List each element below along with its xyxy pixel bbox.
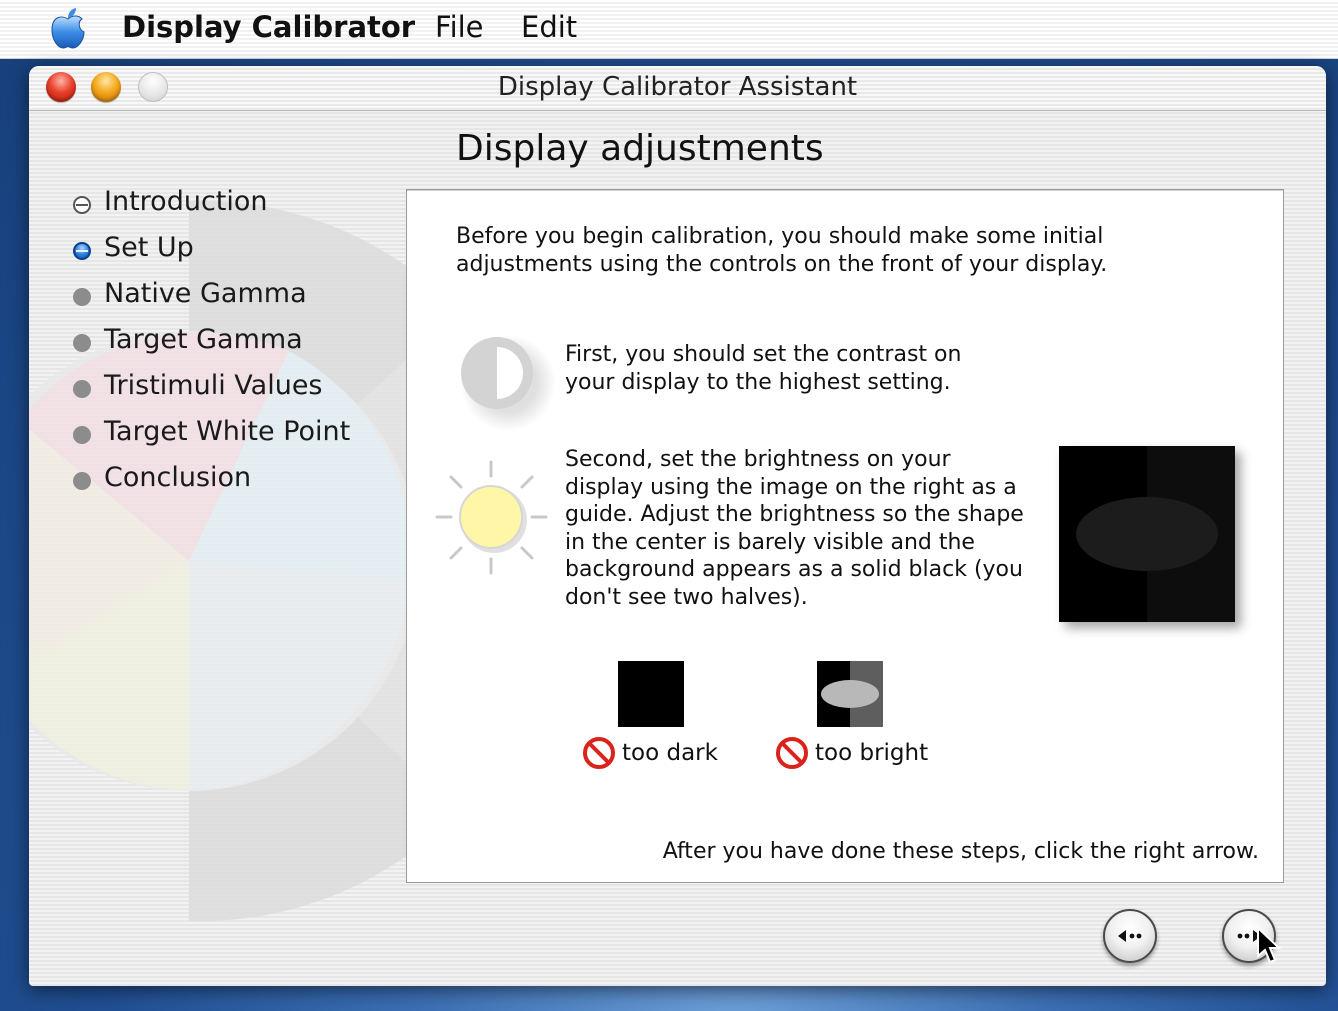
sample-shape xyxy=(821,680,879,708)
step-pending-icon xyxy=(73,426,91,444)
step-pending-icon xyxy=(73,472,91,490)
menu-file[interactable]: File xyxy=(435,10,484,44)
step-label: Conclusion xyxy=(104,462,252,493)
step-done-icon xyxy=(73,196,91,214)
footer-instruction: After you have done these steps, click t… xyxy=(662,839,1259,864)
menu-bar: Display Calibrator File Edit xyxy=(0,0,1338,59)
mouse-pointer-icon xyxy=(1257,926,1282,964)
too-dark-caption: too dark xyxy=(582,736,718,770)
too-dark-label: too dark xyxy=(622,740,718,766)
brightness-instruction: Second, set the brightness on your displ… xyxy=(565,447,1024,610)
contrast-icon xyxy=(460,335,556,431)
brightness-guide-image xyxy=(1059,446,1235,622)
window-title: Display Calibrator Assistant xyxy=(497,72,858,102)
back-arrow-icon xyxy=(1118,930,1142,942)
back-button[interactable] xyxy=(1103,909,1157,963)
window-titlebar[interactable]: Display Calibrator Assistant xyxy=(29,66,1326,111)
step-pending-icon xyxy=(73,380,91,398)
step-label: Target White Point xyxy=(104,416,351,447)
step-label: Target Gamma xyxy=(104,324,303,355)
contrast-instruction: First, you should set the contrast on yo… xyxy=(565,342,962,395)
too-bright-caption: too bright xyxy=(775,736,928,770)
too-dark-sample xyxy=(618,661,684,727)
step-pending-icon xyxy=(73,288,91,306)
guide-shape xyxy=(1076,497,1218,571)
too-bright-label: too bright xyxy=(815,740,929,766)
step-label: Native Gamma xyxy=(104,278,307,309)
prohibited-icon xyxy=(583,737,615,769)
intro-text: Before you begin calibration, you should… xyxy=(456,224,1108,277)
step-label: Introduction xyxy=(104,186,268,217)
too-bright-sample xyxy=(817,661,883,727)
step-label: Set Up xyxy=(104,232,194,263)
menu-edit[interactable]: Edit xyxy=(521,10,577,44)
calibrator-window: Display Calibrator Assistant Display adj… xyxy=(29,66,1326,986)
prohibited-icon xyxy=(776,737,808,769)
content-panel: Before you begin calibration, you should… xyxy=(406,189,1284,883)
page-title: Display adjustments xyxy=(456,128,824,169)
sun-icon xyxy=(435,460,548,575)
step-pending-icon xyxy=(73,334,91,352)
step-current-icon xyxy=(73,242,91,260)
menu-app-name[interactable]: Display Calibrator xyxy=(122,10,415,44)
apple-menu-icon[interactable] xyxy=(48,6,88,50)
step-label: Tristimuli Values xyxy=(104,370,323,401)
